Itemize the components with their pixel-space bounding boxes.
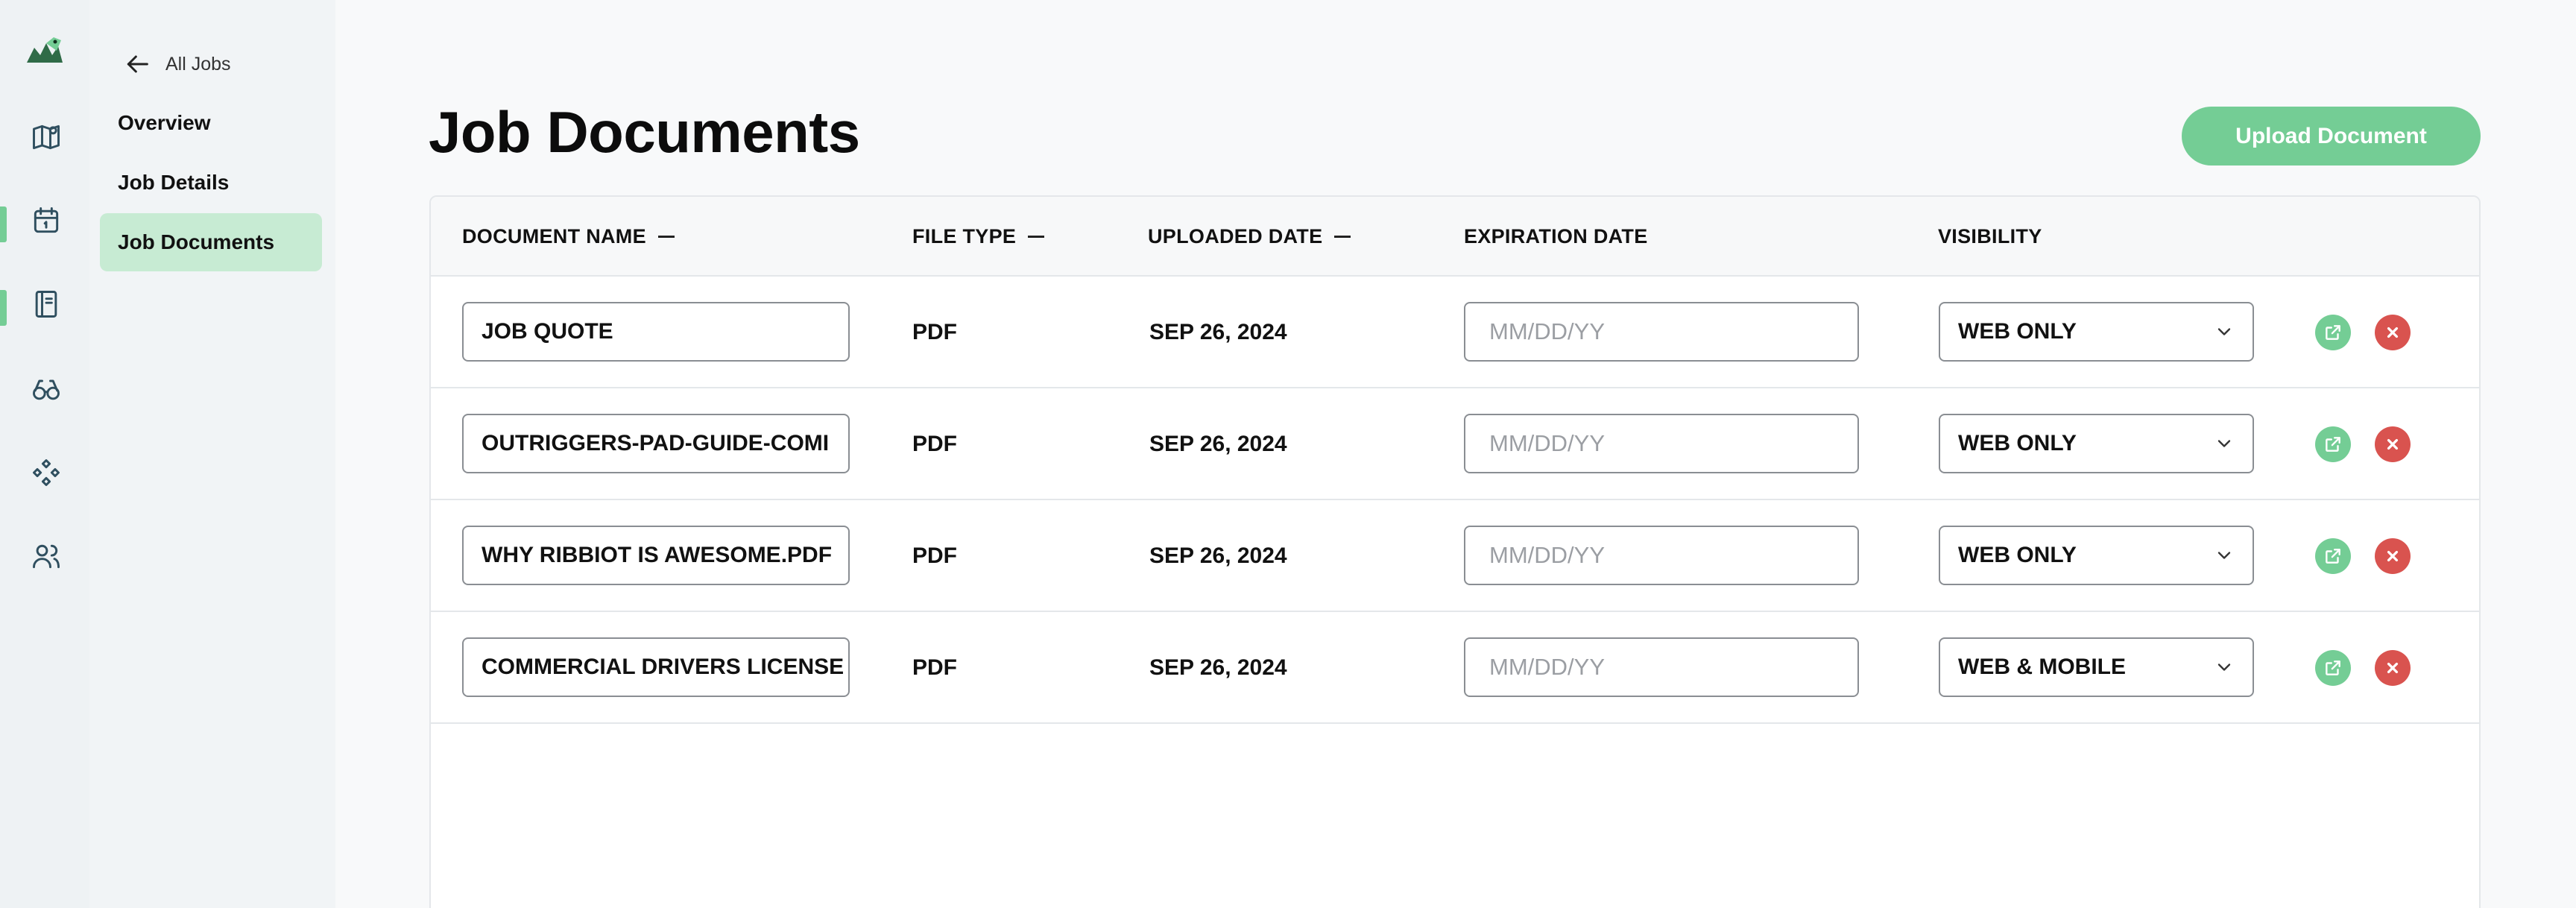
chevron-down-icon	[2217, 552, 2231, 559]
rail-calendar[interactable]	[0, 189, 89, 242]
rail-documents[interactable]	[0, 273, 89, 326]
external-link-icon	[2326, 549, 2340, 564]
rail-integrations[interactable]	[0, 441, 89, 494]
uploaded-date-cell: SEP 26, 2024	[1149, 320, 1287, 344]
calendar-icon	[34, 207, 59, 233]
delete-document-button[interactable]	[2375, 650, 2411, 686]
sort-icon[interactable]	[1334, 236, 1351, 238]
subnav-item-job-documents[interactable]: Job Documents	[100, 213, 322, 271]
table-header: DOCUMENT NAME FILE TYPE UPLOADED DATE EX…	[431, 197, 2479, 277]
external-link-icon	[2326, 325, 2340, 340]
ribbiot-logo-icon[interactable]	[24, 33, 66, 69]
all-jobs-link[interactable]: All Jobs	[122, 48, 231, 81]
visibility-value: WEB ONLY	[1958, 431, 2077, 455]
map-icon	[33, 124, 60, 150]
document-name-field[interactable]: JOB QUOTE	[462, 302, 850, 362]
document-name-field[interactable]: COMMERCIAL DRIVERS LICENSE	[462, 637, 850, 697]
visibility-select[interactable]: WEB ONLY	[1939, 302, 2254, 362]
expiration-date-field[interactable]	[1464, 526, 1859, 585]
visibility-value: WEB ONLY	[1958, 319, 2077, 344]
subnav-item-overview[interactable]: Overview	[100, 94, 322, 152]
documents-table: DOCUMENT NAME FILE TYPE UPLOADED DATE EX…	[429, 195, 2481, 908]
visibility-select[interactable]: WEB ONLY	[1939, 526, 2254, 585]
visibility-value: WEB ONLY	[1958, 543, 2077, 567]
close-icon	[2387, 550, 2399, 562]
subnav-item-job-details[interactable]: Job Details	[100, 154, 322, 212]
column-label: VISIBILITY	[1938, 225, 2042, 248]
uploaded-date-cell: SEP 26, 2024	[1149, 543, 1287, 568]
column-header-expiration-date: EXPIRATION DATE	[1464, 197, 1648, 277]
chevron-down-icon	[2217, 663, 2231, 671]
binoculars-icon	[33, 379, 60, 400]
chevron-down-icon	[2217, 440, 2231, 447]
column-header-uploaded-date[interactable]: UPLOADED DATE	[1148, 197, 1351, 277]
open-document-button[interactable]	[2315, 650, 2351, 686]
close-icon	[2387, 662, 2399, 674]
all-jobs-label: All Jobs	[165, 53, 231, 75]
job-subnav: All Jobs Overview Job Details Job Docume…	[89, 0, 335, 908]
chevron-down-icon	[2217, 328, 2231, 335]
document-name-field[interactable]: OUTRIGGERS-PAD-GUIDE-COMI	[462, 414, 850, 473]
close-icon	[2387, 327, 2399, 338]
rail-binoculars[interactable]	[0, 358, 89, 410]
open-document-button[interactable]	[2315, 426, 2351, 462]
upload-document-button[interactable]: Upload Document	[2182, 107, 2481, 165]
file-type-cell: PDF	[912, 432, 957, 456]
book-icon	[35, 291, 57, 318]
table-row: COMMERCIAL DRIVERS LICENSE PDF SEP 26, 2…	[431, 612, 2479, 724]
table-row: WHY RIBBIOT IS AWESOME.PDF PDF SEP 26, 2…	[431, 500, 2479, 612]
column-label: UPLOADED DATE	[1148, 225, 1323, 248]
active-marker	[0, 290, 7, 326]
delete-document-button[interactable]	[2375, 315, 2411, 350]
column-label: FILE TYPE	[912, 225, 1017, 248]
sort-icon[interactable]	[1028, 236, 1045, 238]
external-link-icon	[2326, 437, 2340, 452]
rail-users[interactable]	[0, 525, 89, 577]
expiration-date-field[interactable]	[1464, 414, 1859, 473]
column-label: DOCUMENT NAME	[462, 225, 646, 248]
visibility-value: WEB & MOBILE	[1958, 655, 2126, 679]
file-type-cell: PDF	[912, 320, 957, 344]
close-icon	[2387, 438, 2399, 450]
visibility-select[interactable]: WEB & MOBILE	[1939, 637, 2254, 697]
file-type-cell: PDF	[912, 543, 957, 568]
app-root: All Jobs Overview Job Details Job Docume…	[0, 0, 2576, 908]
grid-diamond-icon	[33, 459, 60, 486]
sort-icon[interactable]	[657, 236, 675, 238]
external-link-icon	[2326, 660, 2340, 675]
rail-map[interactable]	[0, 106, 89, 158]
expiration-date-field[interactable]	[1464, 302, 1859, 362]
column-header-document-name[interactable]: DOCUMENT NAME	[462, 197, 675, 277]
active-marker	[0, 206, 7, 242]
column-header-visibility: VISIBILITY	[1938, 197, 2042, 277]
delete-document-button[interactable]	[2375, 538, 2411, 574]
column-label: EXPIRATION DATE	[1464, 225, 1648, 248]
uploaded-date-cell: SEP 26, 2024	[1149, 432, 1287, 456]
page-title: Job Documents	[429, 99, 860, 165]
uploaded-date-cell: SEP 26, 2024	[1149, 655, 1287, 680]
column-header-file-type[interactable]: FILE TYPE	[912, 197, 1045, 277]
file-type-cell: PDF	[912, 655, 957, 680]
open-document-button[interactable]	[2315, 315, 2351, 350]
table-row: JOB QUOTE PDF SEP 26, 2024 WEB ONLY	[431, 277, 2479, 388]
users-icon	[33, 544, 60, 569]
expiration-date-field[interactable]	[1464, 637, 1859, 697]
arrow-left-icon	[127, 55, 148, 73]
document-name-field[interactable]: WHY RIBBIOT IS AWESOME.PDF	[462, 526, 850, 585]
table-row: OUTRIGGERS-PAD-GUIDE-COMI PDF SEP 26, 20…	[431, 388, 2479, 500]
open-document-button[interactable]	[2315, 538, 2351, 574]
icon-rail	[0, 0, 89, 908]
visibility-select[interactable]: WEB ONLY	[1939, 414, 2254, 473]
delete-document-button[interactable]	[2375, 426, 2411, 462]
